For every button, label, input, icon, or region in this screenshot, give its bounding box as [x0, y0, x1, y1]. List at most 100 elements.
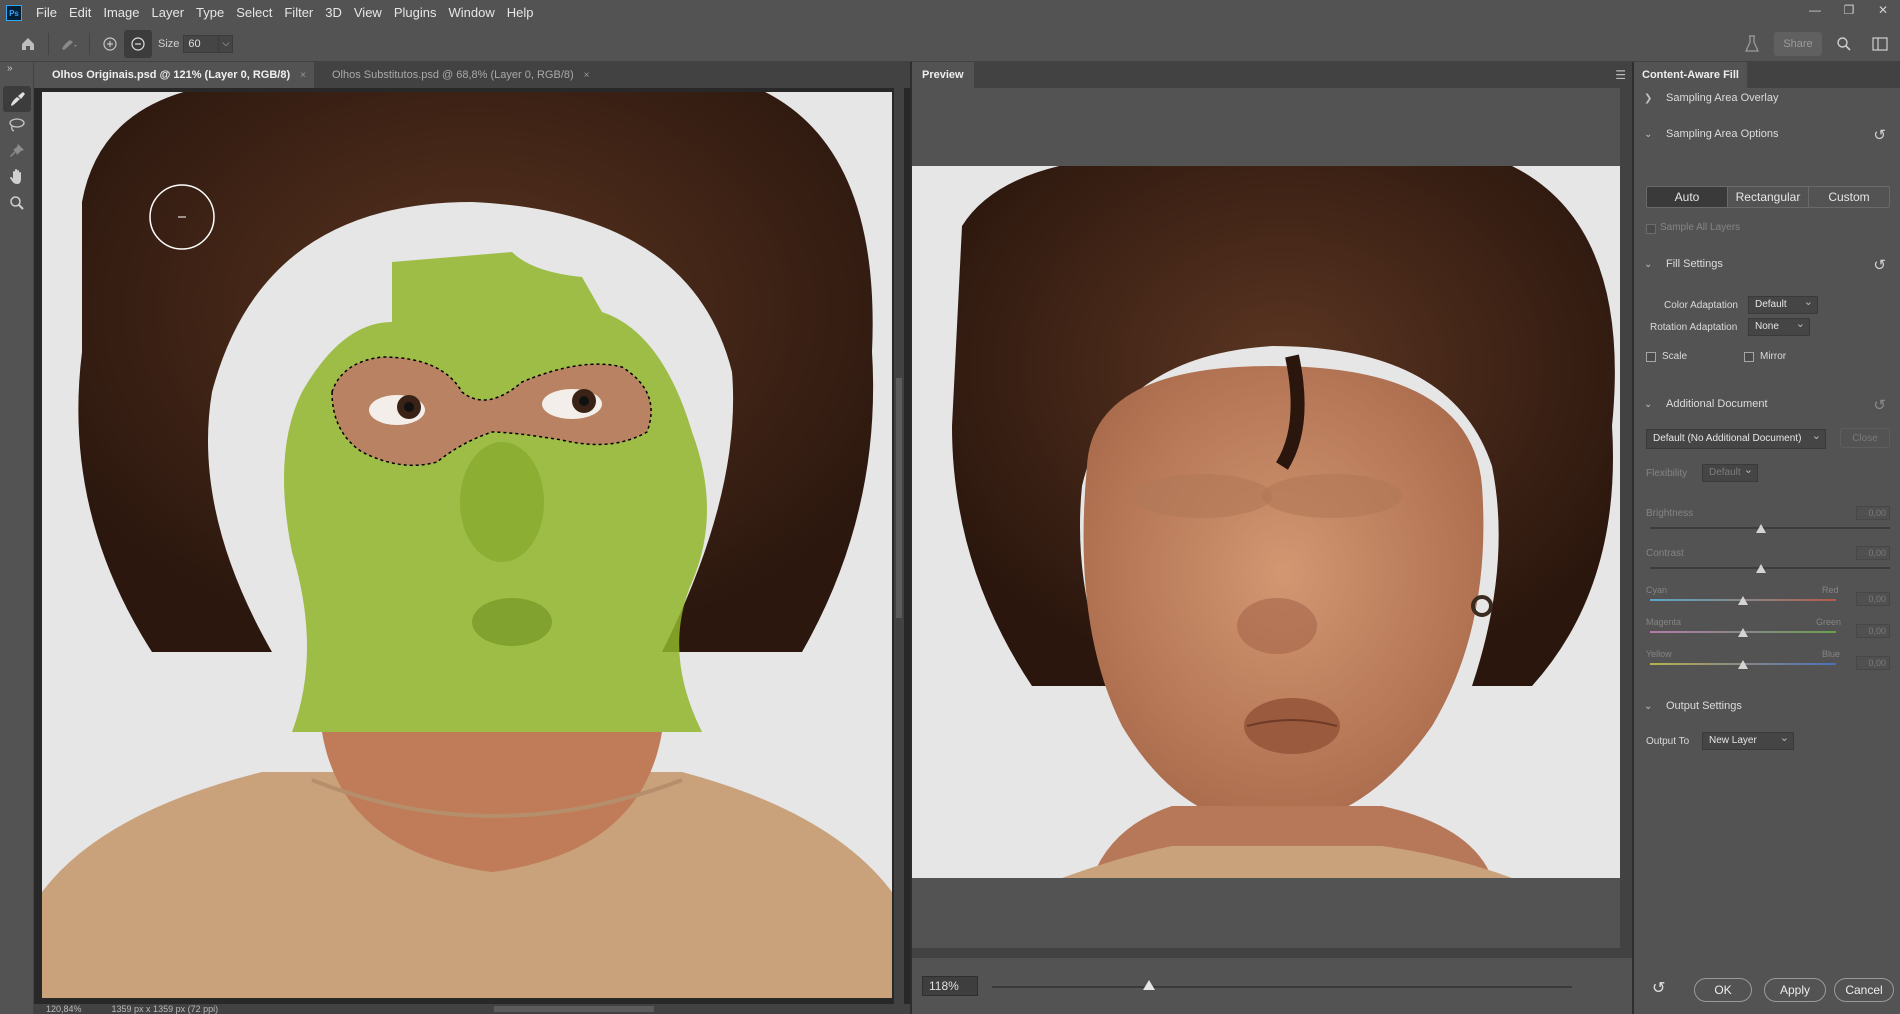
- apply-button[interactable]: Apply: [1764, 978, 1826, 1002]
- preview-vertical-scrollbar[interactable]: [1620, 88, 1632, 948]
- preview-tab[interactable]: Preview: [912, 62, 974, 88]
- menu-select[interactable]: Select: [230, 0, 278, 26]
- options-bar: Size 60 ⌵ Share: [0, 26, 1900, 62]
- brightness-slider[interactable]: [1650, 527, 1890, 529]
- document-canvas[interactable]: [34, 88, 910, 1004]
- menu-plugins[interactable]: Plugins: [388, 0, 443, 26]
- photoshop-logo-icon: Ps: [6, 5, 22, 21]
- preview-viewport[interactable]: [912, 88, 1620, 948]
- search-icon[interactable]: [1830, 30, 1858, 58]
- sample-all-layers-checkbox[interactable]: [1646, 224, 1656, 234]
- preview-header: Preview ☰: [912, 62, 1632, 88]
- contrast-slider[interactable]: [1650, 567, 1890, 569]
- section-sampling-overlay[interactable]: ❯ Sampling Area Overlay: [1644, 92, 1779, 104]
- zoom-slider-handle[interactable]: [1142, 980, 1155, 990]
- cyan-red-slider-handle[interactable]: [1738, 596, 1748, 605]
- cyan-red-value[interactable]: 0,00: [1856, 592, 1890, 606]
- pin-tool-icon[interactable]: [3, 138, 31, 164]
- tab-label: Olhos Substitutos.psd @ 68,8% (Layer 0, …: [331, 69, 574, 81]
- reset-icon[interactable]: ↺: [1873, 396, 1886, 414]
- rotation-adaptation-dropdown[interactable]: None: [1748, 316, 1810, 336]
- additional-document-dropdown[interactable]: Default (No Additional Document): [1646, 427, 1826, 449]
- zoom-tool-icon[interactable]: [3, 190, 31, 216]
- reset-icon[interactable]: ↺: [1873, 256, 1886, 274]
- preview-horizontal-scrollbar[interactable]: [912, 948, 1632, 958]
- preview-image[interactable]: [912, 166, 1620, 878]
- content-aware-fill-tab[interactable]: Content-Aware Fill: [1634, 62, 1747, 88]
- contrast-slider-handle[interactable]: [1756, 564, 1766, 573]
- document-image[interactable]: [42, 92, 892, 998]
- horizontal-scroll-thumb[interactable]: [494, 1006, 654, 1012]
- magenta-green-slider-handle[interactable]: [1738, 628, 1748, 637]
- canvas-vertical-scrollbar[interactable]: [894, 88, 904, 1004]
- size-input[interactable]: 60: [183, 34, 220, 53]
- section-sampling-options[interactable]: ⌄ Sampling Area Options: [1644, 128, 1779, 140]
- hand-tool-icon[interactable]: [3, 164, 31, 190]
- output-to-dropdown[interactable]: New Layer: [1702, 730, 1794, 750]
- ok-button[interactable]: OK: [1694, 978, 1752, 1002]
- scale-checkbox[interactable]: [1646, 352, 1656, 362]
- close-tab-icon[interactable]: ×: [584, 70, 590, 81]
- color-adaptation-dropdown[interactable]: Default: [1748, 294, 1818, 314]
- close-tab-icon[interactable]: ×: [300, 70, 306, 81]
- brush-tool-icon[interactable]: [3, 86, 31, 112]
- close-document-button[interactable]: Close: [1840, 428, 1890, 448]
- contrast-value[interactable]: 0,00: [1856, 546, 1890, 560]
- mode-rectangular-button[interactable]: Rectangular: [1728, 187, 1809, 207]
- size-dropdown-icon[interactable]: ⌵: [219, 34, 234, 53]
- tab-olhos-originais[interactable]: Olhos Originais.psd @ 121% (Layer 0, RGB…: [34, 62, 314, 88]
- zoom-readout[interactable]: 120,84%: [46, 1004, 82, 1014]
- menu-view[interactable]: View: [348, 0, 388, 26]
- beaker-icon[interactable]: [1738, 30, 1766, 58]
- brush-preset-icon[interactable]: [55, 30, 83, 58]
- menu-type[interactable]: Type: [190, 0, 230, 26]
- magenta-green-value[interactable]: 0,00: [1856, 624, 1890, 638]
- brightness-slider-handle[interactable]: [1756, 524, 1766, 533]
- mirror-checkbox[interactable]: [1744, 352, 1754, 362]
- collapse-toolbar-icon[interactable]: »: [3, 62, 31, 74]
- section-title: Output Settings: [1666, 700, 1742, 712]
- cancel-button[interactable]: Cancel: [1834, 978, 1894, 1002]
- close-window-icon[interactable]: ✕: [1866, 0, 1900, 20]
- section-title: Additional Document: [1666, 398, 1768, 410]
- menu-help[interactable]: Help: [501, 0, 540, 26]
- minimize-icon[interactable]: —: [1798, 0, 1832, 20]
- section-fill-settings[interactable]: ⌄ Fill Settings: [1644, 258, 1723, 270]
- restore-icon[interactable]: ❐: [1832, 0, 1866, 20]
- subtract-from-overlay-icon[interactable]: [124, 29, 152, 58]
- chevron-down-icon: ⌄: [1644, 398, 1653, 410]
- home-icon[interactable]: [14, 30, 42, 58]
- menu-window[interactable]: Window: [442, 0, 500, 26]
- tab-olhos-substitutos[interactable]: Olhos Substitutos.psd @ 68,8% (Layer 0, …: [314, 62, 598, 88]
- menu-image[interactable]: Image: [97, 0, 145, 26]
- blue-label: Blue: [1822, 649, 1841, 659]
- document-tabs: Olhos Originais.psd @ 121% (Layer 0, RGB…: [34, 62, 910, 88]
- menu-layer[interactable]: Layer: [146, 0, 191, 26]
- menu-file[interactable]: File: [30, 0, 63, 26]
- menu-edit[interactable]: Edit: [63, 0, 97, 26]
- mode-auto-button[interactable]: Auto: [1647, 187, 1728, 207]
- section-additional-document[interactable]: ⌄ Additional Document: [1644, 398, 1768, 410]
- section-title: Sampling Area Options: [1666, 128, 1779, 140]
- brightness-value[interactable]: 0,00: [1856, 506, 1890, 520]
- panel-menu-icon[interactable]: ☰: [1615, 68, 1626, 82]
- preview-zoom-slider[interactable]: [992, 980, 1572, 990]
- flexibility-label: Flexibility: [1646, 468, 1688, 479]
- yellow-blue-slider-handle[interactable]: [1738, 660, 1748, 669]
- mode-custom-button[interactable]: Custom: [1809, 187, 1889, 207]
- add-to-overlay-icon[interactable]: [96, 30, 124, 58]
- preview-zoom-field[interactable]: 118%: [922, 976, 978, 996]
- reset-all-icon[interactable]: ↺: [1652, 978, 1665, 998]
- menu-3d[interactable]: 3D: [319, 0, 348, 26]
- section-output-settings[interactable]: ⌄ Output Settings: [1644, 700, 1742, 712]
- flexibility-dropdown[interactable]: Default: [1702, 462, 1758, 482]
- yellow-blue-value[interactable]: 0,00: [1856, 656, 1890, 670]
- scroll-thumb[interactable]: [896, 378, 902, 618]
- reset-icon[interactable]: ↺: [1873, 126, 1886, 144]
- workspace-icon[interactable]: [1866, 30, 1894, 58]
- menu-filter[interactable]: Filter: [278, 0, 319, 26]
- lasso-tool-icon[interactable]: [3, 112, 31, 138]
- cyan-label: Cyan: [1646, 585, 1668, 595]
- color-adaptation-label: Color Adaptation: [1664, 300, 1738, 311]
- share-button[interactable]: Share: [1774, 32, 1822, 56]
